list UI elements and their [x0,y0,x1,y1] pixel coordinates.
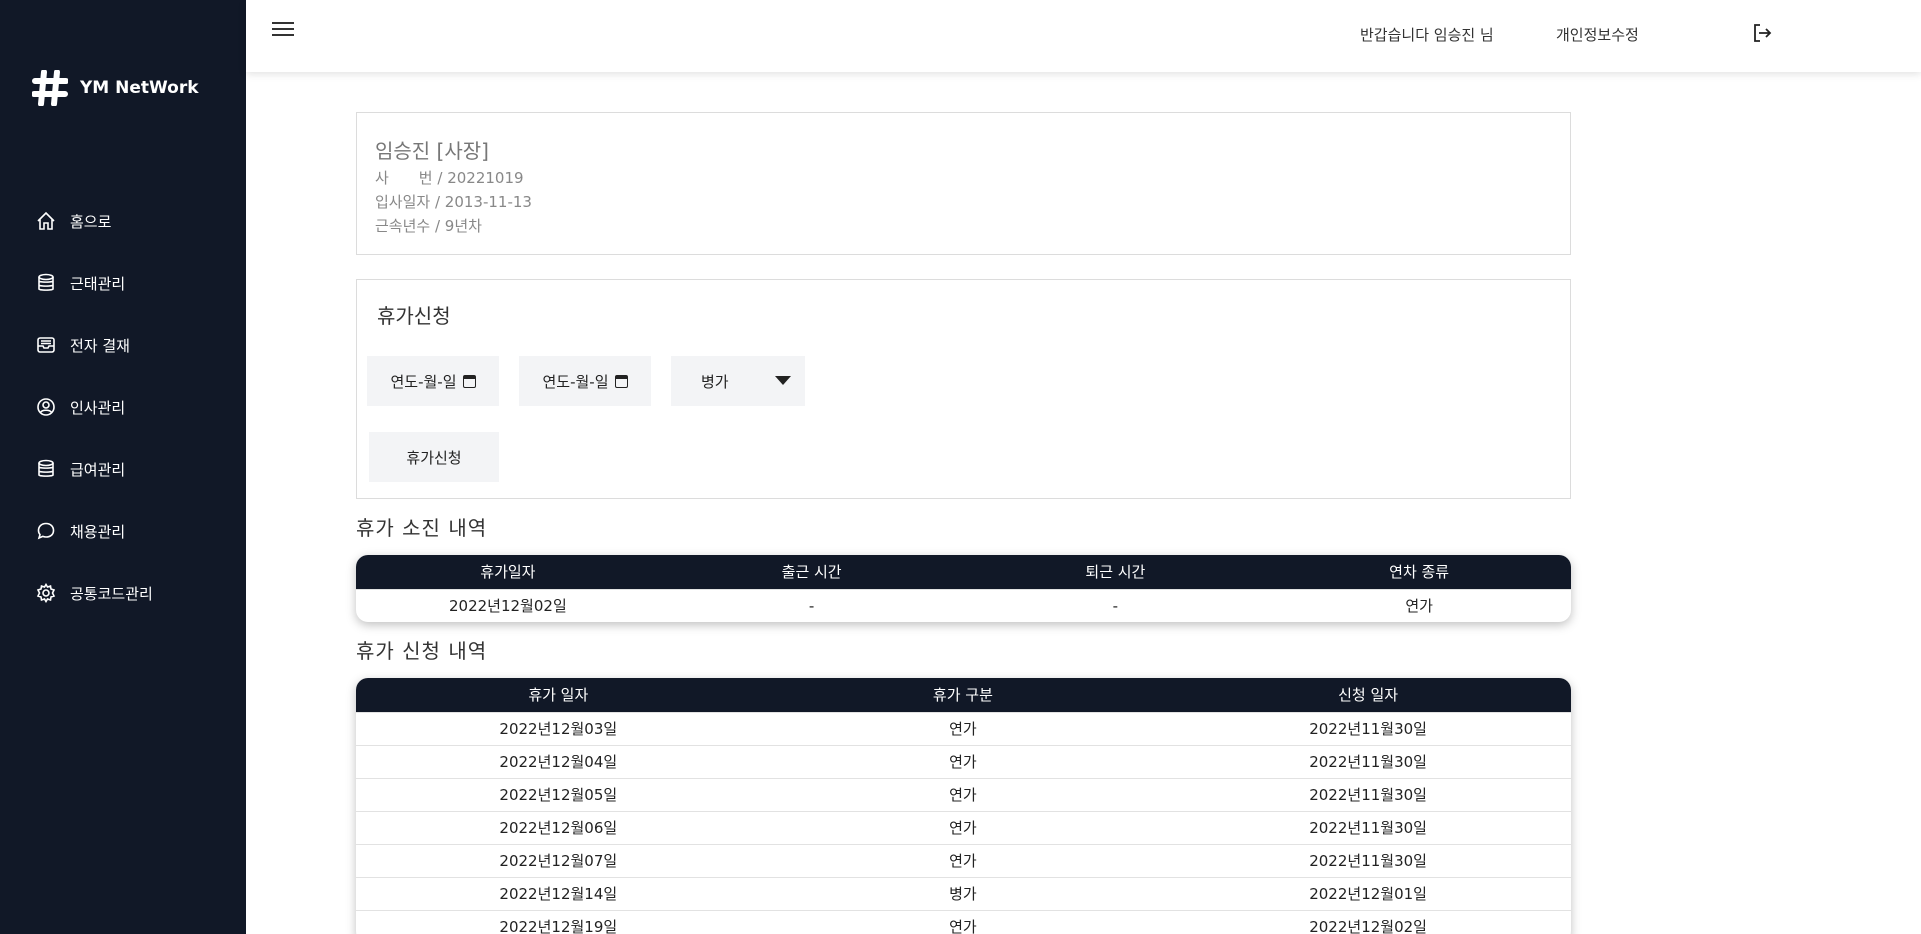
profile-card: 임승진 [사장] 사 번 / 20221019 입사일자 / 2013-11-1… [356,112,1571,255]
table-cell: 2022년11월30일 [1165,711,1571,745]
table-cell: 2022년11월30일 [1165,843,1571,877]
sidebar-item-home[interactable]: 홈으로 [0,190,246,252]
sidebar-item-hr[interactable]: 인사관리 [0,376,246,438]
table-row: 2022년12월06일 연가 2022년11월30일 [356,810,1571,844]
column-header: 신청 일자 [1165,678,1571,712]
table-header-row: 휴가 일자 휴가 구분 신청 일자 [356,678,1571,712]
table-row: 2022년12월19일 연가 2022년12월02일 [356,909,1571,934]
calendar-icon[interactable] [462,374,476,388]
sidebar-nav: 홈으로 근태관리 전자 결재 인사관리 급여관리 채용관리 공통코드관리 [0,190,246,624]
logout-icon [1754,24,1772,42]
gear-icon [36,583,56,603]
table-cell: 2022년11월30일 [1165,744,1571,778]
employee-number: 사 번 / 20221019 [375,169,524,187]
table-cell: 2022년12월02일 [1165,909,1571,934]
table-cell: 연가 [760,744,1166,778]
column-header: 휴가일자 [356,555,660,589]
submit-leave-button[interactable]: 휴가신청 [369,432,499,482]
table-cell: 병가 [760,876,1166,910]
database-icon [38,459,54,477]
table-cell: 연가 [760,777,1166,811]
table-cell: - [963,588,1268,622]
column-header: 휴가 구분 [760,678,1166,712]
table-row: 2022년12월04일 연가 2022년11월30일 [356,744,1571,778]
table-cell: 2022년12월01일 [1165,876,1571,910]
leave-type-value: 병가 [701,372,729,391]
inbox-icon [37,337,55,353]
edit-profile-link[interactable]: 개인정보수정 [1556,24,1639,45]
table-cell: 연가 [760,810,1166,844]
profile-name: 임승진 [사장] [375,139,489,163]
leave-request-title: 휴가신청 [377,304,451,328]
calendar-icon[interactable] [614,374,628,388]
start-date-placeholder: 연도-월-일 [390,372,457,391]
table-row: 2022년12월14일 병가 2022년12월01일 [356,876,1571,910]
table-row: 2022년12월02일 - - 연가 [356,588,1571,622]
table-cell: 2022년12월06일 [356,810,761,844]
brand[interactable]: YM NetWork [32,70,199,106]
greeting-text: 반갑습니다 임승진 님 [1360,26,1494,44]
sidebar-item-payroll[interactable]: 급여관리 [0,438,246,500]
sidebar-item-label: 전자 결재 [70,336,130,355]
table-cell: 2022년11월30일 [1165,777,1571,811]
sidebar-item-approval[interactable]: 전자 결재 [0,314,246,376]
table-cell: 2022년12월02일 [356,588,660,622]
leave-type-select[interactable]: 병가 [671,356,805,406]
sidebar-item-label: 급여관리 [70,460,126,479]
history-table: 휴가 일자 휴가 구분 신청 일자 2022년12월03일 연가 2022년11… [356,678,1571,934]
leave-request-card: 휴가신청 연도-월-일 연도-월-일 병가 휴가신청 [356,279,1571,499]
sidebar-item-label: 홈으로 [70,212,112,231]
caret-down-icon [775,376,791,385]
table-cell: 2022년12월19일 [356,909,761,934]
table-header-row: 휴가일자 출근 시간 퇴근 시간 연차 종류 [356,555,1571,589]
sidebar-item-label: 근태관리 [70,274,126,293]
column-header: 퇴근 시간 [963,555,1268,589]
table-cell: 2022년12월03일 [356,711,761,745]
table-cell: 2022년12월14일 [356,876,761,910]
sidebar-item-recruit[interactable]: 채용관리 [0,500,246,562]
sidebar-item-attendance[interactable]: 근태관리 [0,252,246,314]
table-cell: 연가 [1267,588,1571,622]
table-cell: 연가 [760,909,1166,934]
column-header: 출근 시간 [659,555,964,589]
database-icon [38,273,54,291]
usage-section-title: 휴가 소진 내역 [356,516,488,540]
sidebar-item-label: 공통코드관리 [70,584,153,603]
table-cell: - [659,588,964,622]
table-row: 2022년12월03일 연가 2022년11월30일 [356,711,1571,745]
home-icon [37,211,55,230]
table-row: 2022년12월05일 연가 2022년11월30일 [356,777,1571,811]
sidebar-item-label: 채용관리 [70,522,126,541]
service-years: 근속년수 / 9년차 [375,217,482,235]
logout-button[interactable] [1751,22,1775,46]
end-date-input[interactable]: 연도-월-일 [519,356,651,406]
column-header: 휴가 일자 [356,678,761,712]
history-section-title: 휴가 신청 내역 [356,639,488,663]
hire-date: 입사일자 / 2013-11-13 [375,193,532,211]
table-row: 2022년12월07일 연가 2022년11월30일 [356,843,1571,877]
chat-icon [37,522,55,540]
column-header: 연차 종류 [1267,555,1571,589]
sidebar-item-label: 인사관리 [70,398,126,417]
sidebar: YM NetWork 홈으로 근태관리 전자 결재 인사관리 급여관리 채용관리 [0,0,246,934]
table-cell: 2022년12월04일 [356,744,761,778]
menu-toggle-icon[interactable] [272,22,296,42]
table-cell: 연가 [760,711,1166,745]
user-circle-icon [37,398,55,416]
top-header: 반갑습니다 임승진 님 개인정보수정 [246,0,1921,72]
end-date-placeholder: 연도-월-일 [542,372,609,391]
usage-table: 휴가일자 출근 시간 퇴근 시간 연차 종류 2022년12월02일 - - 연… [356,555,1571,622]
start-date-input[interactable]: 연도-월-일 [367,356,499,406]
table-cell: 연가 [760,843,1166,877]
table-cell: 2022년11월30일 [1165,810,1571,844]
hashtag-logo-icon [32,70,68,106]
brand-name: YM NetWork [80,78,199,98]
table-cell: 2022년12월05일 [356,777,761,811]
table-cell: 2022년12월07일 [356,843,761,877]
sidebar-item-common-code[interactable]: 공통코드관리 [0,562,246,624]
